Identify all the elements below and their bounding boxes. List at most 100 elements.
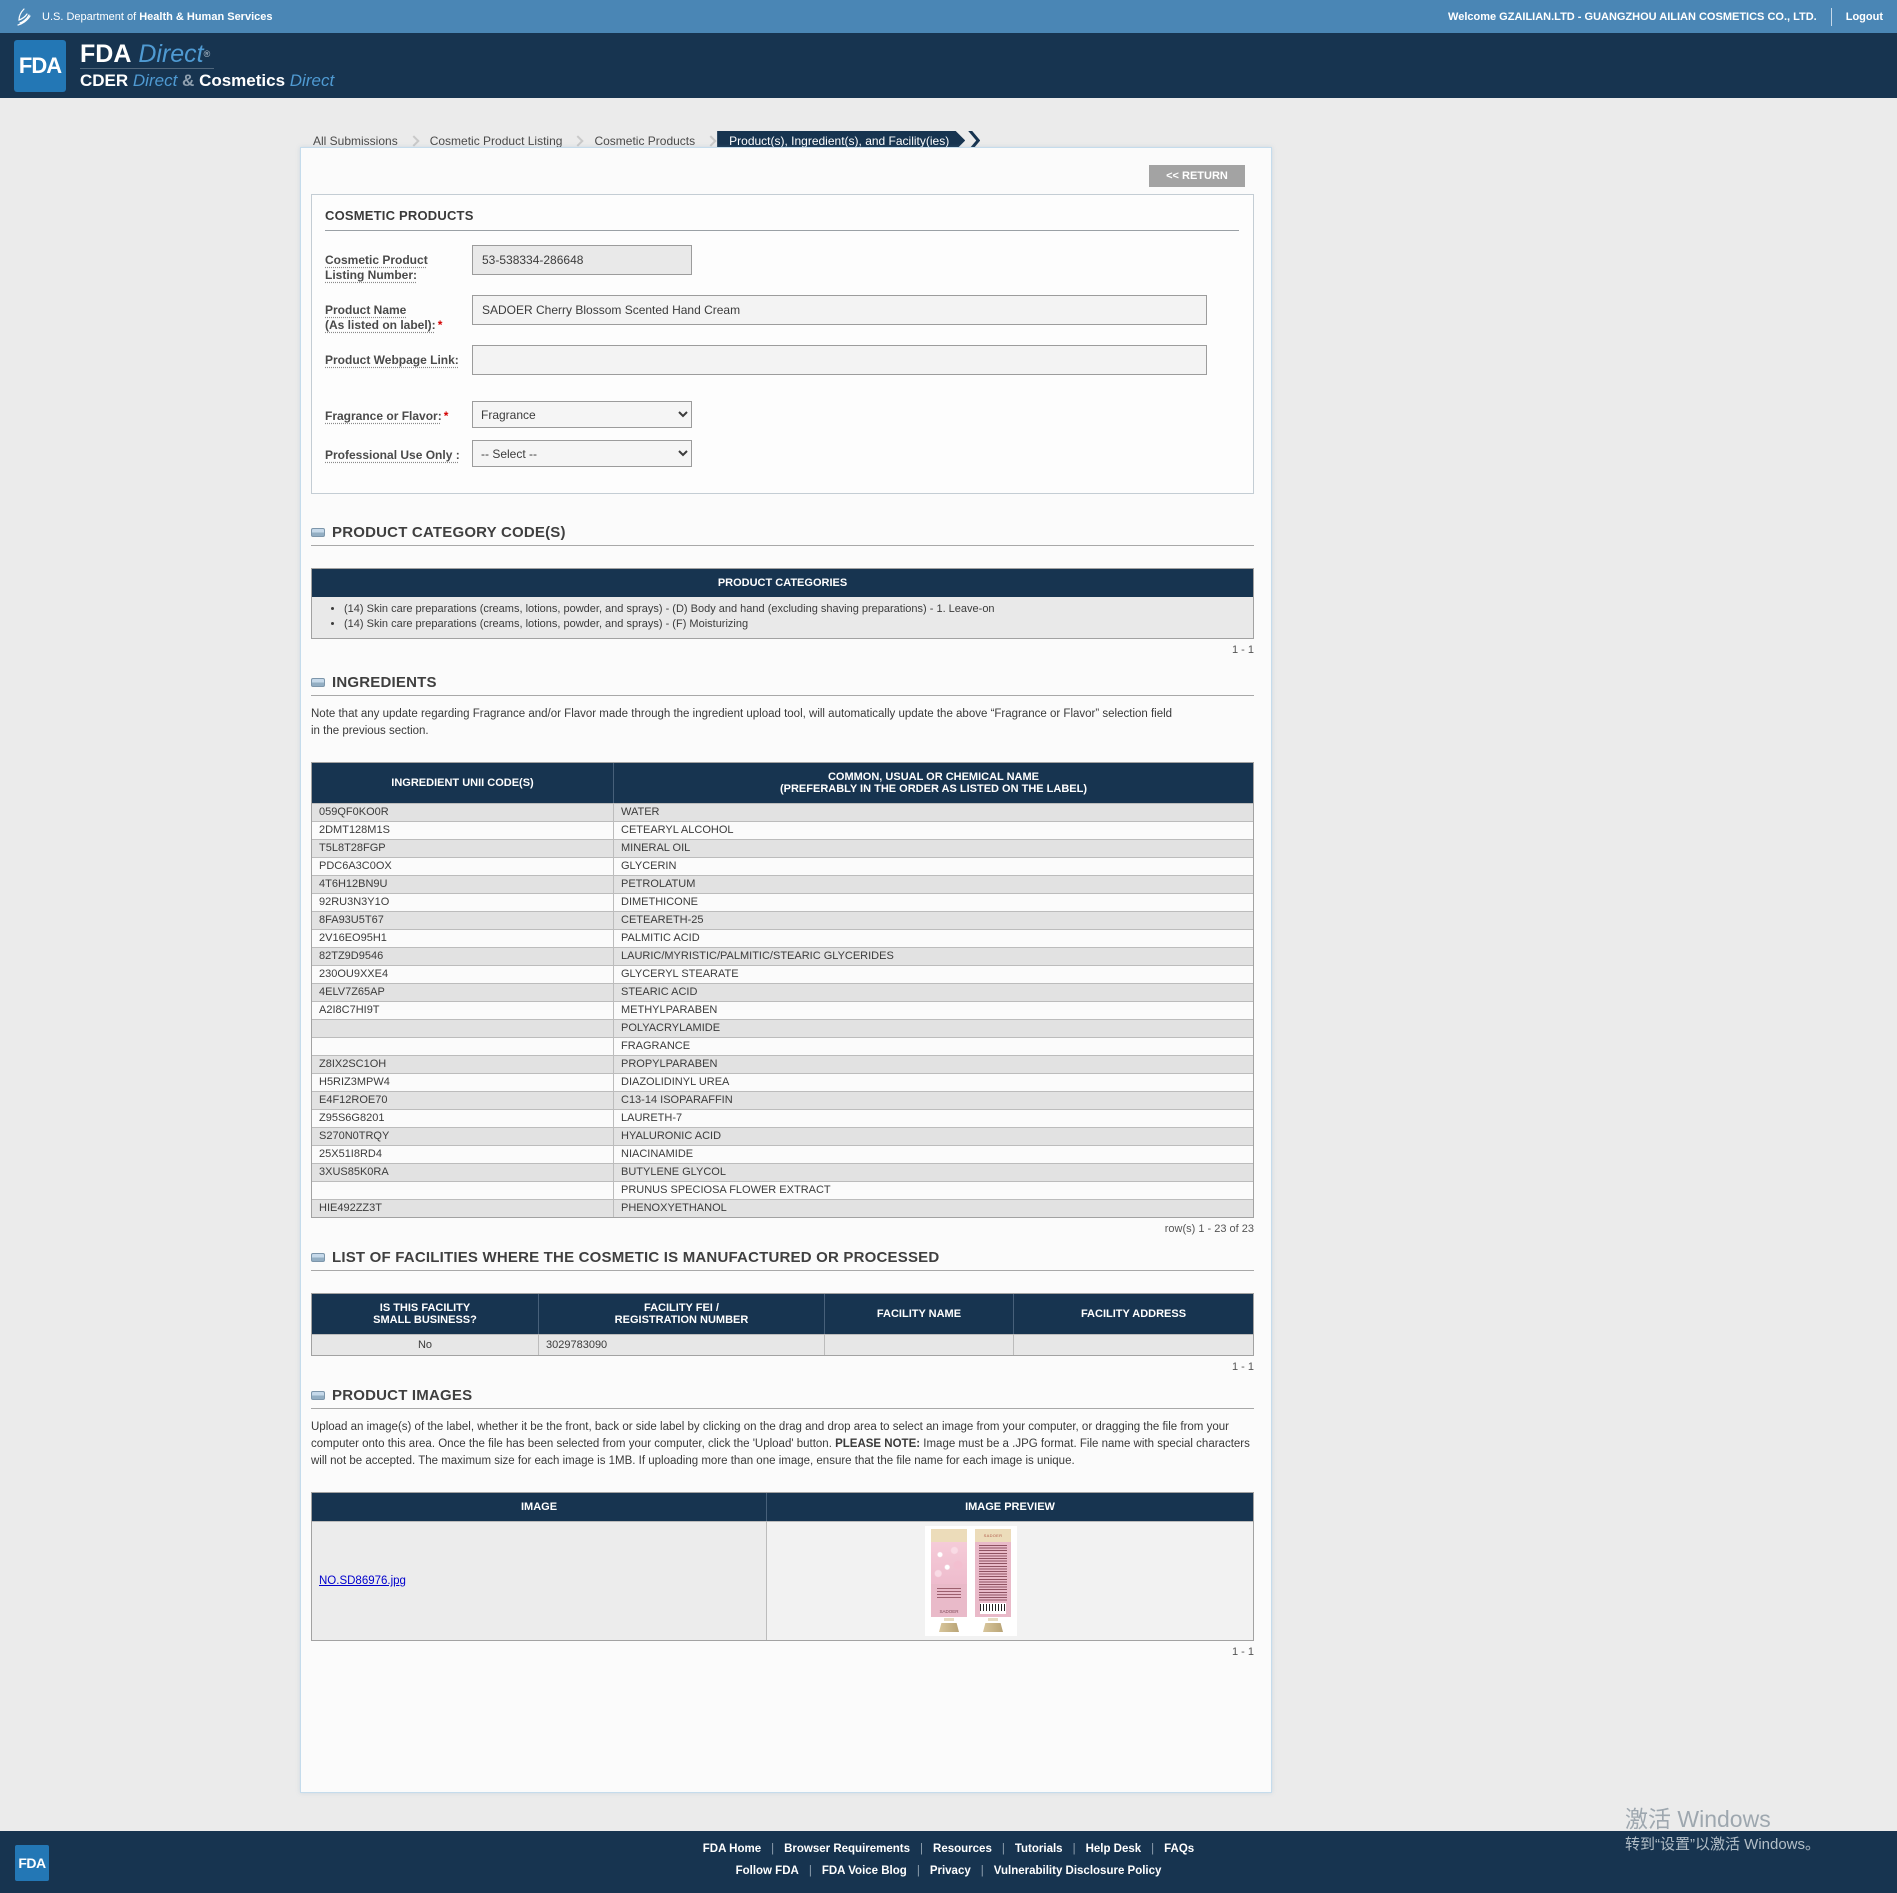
windows-activation-watermark-line1: 激活 Windows bbox=[1625, 1800, 1771, 1834]
section-rule bbox=[311, 545, 1254, 546]
barcode bbox=[980, 1603, 1006, 1614]
fragrance-flavor-label: Fragrance or Flavor:* bbox=[325, 401, 472, 428]
ingredient-row: E4F12ROE70C13-14 ISOPARAFFIN bbox=[312, 1091, 1253, 1109]
professional-use-select[interactable]: -- Select -- bbox=[472, 440, 692, 467]
footer-link[interactable]: FDA Voice Blog bbox=[822, 1865, 907, 1877]
footer-link[interactable]: Resources bbox=[933, 1843, 992, 1855]
ingredient-name: DIAZOLIDINYL UREA bbox=[614, 1074, 1253, 1091]
ingredient-row: 230OU9XXE4GLYCERYL STEARATE bbox=[312, 965, 1253, 983]
ingredient-name: GLYCERIN bbox=[614, 858, 1253, 875]
hhs-eagle-icon bbox=[14, 7, 34, 27]
webpage-link-input[interactable] bbox=[472, 345, 1207, 375]
fragrance-flavor-select[interactable]: Fragrance bbox=[472, 401, 692, 428]
cosmetic-products-card: COSMETIC PRODUCTS Cosmetic Product Listi… bbox=[311, 194, 1254, 494]
footer-link[interactable]: Browser Requirements bbox=[784, 1843, 910, 1855]
collapse-icon[interactable] bbox=[311, 1253, 325, 1262]
images-section-title: PRODUCT IMAGES bbox=[332, 1387, 472, 1404]
ingredient-unii: 92RU3N3Y1O bbox=[312, 894, 614, 911]
ingredient-name: CETEARETH-25 bbox=[614, 912, 1253, 929]
tube-cap bbox=[983, 1623, 1003, 1632]
card-heading: COSMETIC PRODUCTS bbox=[325, 208, 1239, 223]
breadcrumb-item[interactable]: Cosmetic Product Listing bbox=[420, 134, 573, 148]
facilities-section-title: LIST OF FACILITIES WHERE THE COSMETIC IS… bbox=[332, 1249, 939, 1266]
ingredient-unii: 25X51I8RD4 bbox=[312, 1146, 614, 1163]
ingredient-name: DIMETHICONE bbox=[614, 894, 1253, 911]
facilities-col-small-business: IS THIS FACILITY SMALL BUSINESS? bbox=[312, 1294, 539, 1334]
ingredient-unii: 82TZ9D9546 bbox=[312, 948, 614, 965]
section-rule bbox=[311, 1408, 1254, 1409]
breadcrumb-item[interactable]: All Submissions bbox=[303, 134, 408, 148]
product-name-row: Product Name (As listed on label):* bbox=[325, 295, 1239, 333]
subtitle-direct-1: Direct bbox=[133, 71, 177, 90]
ingredient-row: Z95S6G8201LAURETH-7 bbox=[312, 1109, 1253, 1127]
ingredient-unii: Z95S6G8201 bbox=[312, 1110, 614, 1127]
category-list: (14) Skin care preparations (creams, lot… bbox=[344, 602, 1249, 632]
fda-logo: FDA bbox=[14, 40, 66, 92]
footer-link[interactable]: Tutorials bbox=[1015, 1843, 1063, 1855]
footer-link[interactable]: FDA Home bbox=[703, 1843, 761, 1855]
ingredient-row: PRUNUS SPECIOSA FLOWER EXTRACT bbox=[312, 1181, 1253, 1199]
breadcrumb-item[interactable]: Cosmetic Products bbox=[584, 134, 705, 148]
ingredient-name: WATER bbox=[614, 804, 1253, 821]
images-section-header: PRODUCT IMAGES bbox=[311, 1373, 1254, 1404]
welcome-user-label: Welcome GZAILIAN.LTD - GUANGZHOU AILIAN … bbox=[1448, 11, 1817, 23]
image-row: NO.SD86976.jpg SADOER bbox=[312, 1521, 1253, 1640]
images-table: IMAGE IMAGE PREVIEW NO.SD86976.jpg SADOE… bbox=[311, 1492, 1254, 1641]
ingredient-unii bbox=[312, 1020, 614, 1037]
footer-link[interactable]: Privacy bbox=[930, 1865, 971, 1877]
subtitle-cder: CDER bbox=[80, 71, 128, 90]
listing-number-row: Cosmetic Product Listing Number: bbox=[325, 245, 1239, 283]
ingredient-unii: 3XUS85K0RA bbox=[312, 1164, 614, 1181]
chevron-right-icon bbox=[408, 135, 419, 146]
ingredient-name: PHENOXYETHANOL bbox=[614, 1200, 1253, 1217]
logout-link[interactable]: Logout bbox=[1846, 11, 1883, 23]
ingredient-row: PDC6A3C0OXGLYCERIN bbox=[312, 857, 1253, 875]
ingredient-name: BUTYLENE GLYCOL bbox=[614, 1164, 1253, 1181]
cherry-blossom-art bbox=[931, 1542, 967, 1584]
section-rule bbox=[311, 1270, 1254, 1271]
ingredient-unii: 230OU9XXE4 bbox=[312, 966, 614, 983]
ingredients-pagination: row(s) 1 - 23 of 23 bbox=[311, 1223, 1254, 1235]
footer-link-divider: | bbox=[809, 1865, 812, 1877]
return-button[interactable]: << RETURN bbox=[1149, 165, 1245, 187]
product-name-label: Product Name (As listed on label):* bbox=[325, 295, 472, 333]
product-label-preview[interactable]: SADOER SADOER bbox=[925, 1526, 1017, 1636]
product-label-back: SADOER bbox=[975, 1529, 1011, 1633]
ingredient-name: METHYLPARABEN bbox=[614, 1002, 1253, 1019]
ingredients-table: INGREDIENT UNII CODE(S) COMMON, USUAL OR… bbox=[311, 762, 1254, 1218]
ingredient-unii: A2I8C7HI9T bbox=[312, 1002, 614, 1019]
footer-link[interactable]: Follow FDA bbox=[736, 1865, 799, 1877]
image-file-link[interactable]: NO.SD86976.jpg bbox=[319, 1575, 406, 1587]
footer-link[interactable]: Help Desk bbox=[1086, 1843, 1142, 1855]
registered-mark: ® bbox=[204, 49, 211, 59]
facilities-pagination: 1 - 1 bbox=[311, 1361, 1254, 1373]
ingredient-row: 4T6H12BN9UPETROLATUM bbox=[312, 875, 1253, 893]
collapse-icon[interactable] bbox=[311, 678, 325, 687]
product-name-input[interactable] bbox=[472, 295, 1207, 325]
footer-link[interactable]: FAQs bbox=[1164, 1843, 1194, 1855]
footer-link-divider: | bbox=[917, 1865, 920, 1877]
facilities-section-header: LIST OF FACILITIES WHERE THE COSMETIC IS… bbox=[311, 1235, 1254, 1266]
ingredients-col-unii: INGREDIENT UNII CODE(S) bbox=[312, 763, 614, 803]
collapse-icon[interactable] bbox=[311, 528, 325, 537]
images-instructions: Upload an image(s) of the label, whether… bbox=[311, 1419, 1256, 1470]
images-col-image: IMAGE bbox=[312, 1493, 767, 1521]
main-content-panel: << RETURN COSMETIC PRODUCTS Cosmetic Pro… bbox=[300, 147, 1272, 1793]
facility-fei: 3029783090 bbox=[539, 1335, 825, 1355]
footer-link[interactable]: Vulnerability Disclosure Policy bbox=[994, 1865, 1162, 1877]
ingredient-unii: 059QF0KO0R bbox=[312, 804, 614, 821]
ingredient-name: PALMITIC ACID bbox=[614, 930, 1253, 947]
ingredient-row: H5RIZ3MPW4DIAZOLIDINYL UREA bbox=[312, 1073, 1253, 1091]
ingredient-unii: H5RIZ3MPW4 bbox=[312, 1074, 614, 1091]
facilities-col-address: FACILITY ADDRESS bbox=[1014, 1294, 1253, 1334]
chevron-right-icon bbox=[573, 135, 584, 146]
footer-links-row2: Follow FDA|FDA Voice Blog|Privacy|Vulner… bbox=[0, 1865, 1897, 1877]
ingredient-row: 82TZ9D9546LAURIC/MYRISTIC/PALMITIC/STEAR… bbox=[312, 947, 1253, 965]
collapse-icon[interactable] bbox=[311, 1391, 325, 1400]
ingredient-name: NIACINAMIDE bbox=[614, 1146, 1253, 1163]
chevron-right-icon bbox=[705, 135, 716, 146]
professional-use-label: Professional Use Only : bbox=[325, 440, 472, 467]
app-title: FDA Direct® CDER Direct & Cosmetics Dire… bbox=[80, 41, 334, 91]
listing-number-input[interactable] bbox=[472, 245, 692, 275]
category-pagination: 1 - 1 bbox=[311, 644, 1254, 656]
